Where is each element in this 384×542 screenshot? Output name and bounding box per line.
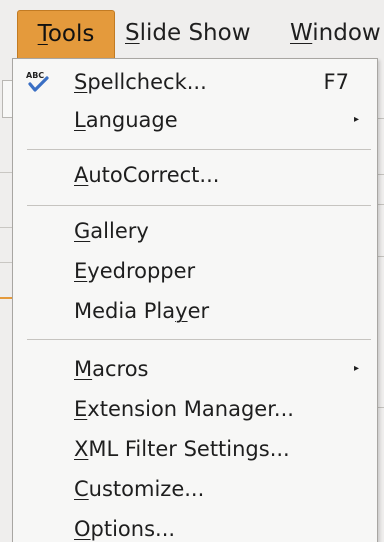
background-divider <box>377 204 384 205</box>
menu-separator <box>27 149 371 150</box>
menu-item-media-player[interactable]: Media Player <box>13 291 377 331</box>
menu-item-label: Macros <box>74 349 149 389</box>
menu-item-macros[interactable]: Macros ▸ <box>13 349 377 389</box>
menu-separator <box>27 339 371 340</box>
menu-separator <box>27 205 371 206</box>
menu-item-xml-filter-settings[interactable]: XML Filter Settings... <box>13 429 377 469</box>
label-suffix: utoCorrect... <box>88 163 220 187</box>
menu-item-label: Gallery <box>74 211 149 251</box>
menu-item-label: Language <box>74 100 178 140</box>
menu-slide-show-suffix: lide Show <box>139 20 251 46</box>
label-mnemonic: L <box>74 108 86 132</box>
background-selection-mark <box>0 297 12 299</box>
label-suffix: ptions... <box>90 517 176 541</box>
label-suffix: xtension Manager... <box>87 397 294 421</box>
menu-item-language[interactable]: Language ▸ <box>13 100 377 140</box>
label-suffix: ustomize... <box>88 477 205 501</box>
menu-item-autocorrect[interactable]: AutoCorrect... <box>13 155 377 195</box>
menu-window[interactable]: Window <box>290 10 381 58</box>
menu-item-label: Extension Manager... <box>74 389 294 429</box>
menu-tools[interactable]: Tools <box>17 10 115 59</box>
label-suffix: anguage <box>85 108 178 132</box>
label-mnemonic: E <box>74 397 88 421</box>
label-suffix: er <box>187 299 210 323</box>
menu-item-label: XML Filter Settings... <box>74 429 290 469</box>
background-divider <box>0 172 12 173</box>
background-window-right <box>377 62 384 542</box>
label-suffix: acros <box>92 357 149 381</box>
submenu-arrow-icon: ▸ <box>353 114 359 125</box>
menubar: Tools Slide Show Window <box>0 0 384 63</box>
label-prefix: Media Pla <box>74 299 176 323</box>
menu-item-gallery[interactable]: Gallery <box>13 211 377 251</box>
submenu-arrow-icon: ▸ <box>353 363 359 374</box>
menu-item-label: Media Player <box>74 291 209 331</box>
background-window-left <box>0 62 12 542</box>
label-mnemonic: E <box>74 259 88 283</box>
label-suffix: yedropper <box>87 259 196 283</box>
tools-menu-dropdown: ABC Spellcheck... F7 Language ▸ AutoCorr… <box>12 58 378 542</box>
label-suffix: allery <box>90 219 149 243</box>
menu-item-label: Customize... <box>74 469 204 509</box>
menu-item-extension-manager[interactable]: Extension Manager... <box>13 389 377 429</box>
spellcheck-icon-text: ABC <box>26 71 44 80</box>
label-mnemonic: S <box>74 70 88 94</box>
label-mnemonic: C <box>74 477 89 501</box>
menu-item-options[interactable]: Options... <box>13 509 377 542</box>
menu-item-label: Eyedropper <box>74 251 195 291</box>
label-mnemonic: A <box>74 163 89 187</box>
spellcheck-icon: ABC <box>26 71 49 92</box>
background-divider <box>0 262 12 263</box>
menu-window-mnemonic: W <box>290 20 313 46</box>
menu-tools-suffix: ools <box>47 21 95 47</box>
menu-item-eyedropper[interactable]: Eyedropper <box>13 251 377 291</box>
background-divider <box>377 118 384 119</box>
label-mnemonic: y <box>175 299 188 323</box>
background-divider <box>377 407 384 408</box>
menu-slide-show-mnemonic: S <box>125 20 140 46</box>
menu-item-spellcheck[interactable]: ABC Spellcheck... F7 <box>13 62 377 102</box>
label-suffix: pellcheck... <box>87 70 207 94</box>
menu-window-suffix: indow <box>312 20 381 46</box>
background-divider <box>377 174 384 175</box>
menu-item-label: Spellcheck... <box>74 62 207 102</box>
menu-item-customize[interactable]: Customize... <box>13 469 377 509</box>
menu-tools-mnemonic: T <box>37 21 48 47</box>
app-window: Tools Slide Show Window ABC Spellcheck..… <box>0 0 384 542</box>
label-mnemonic: G <box>74 219 91 243</box>
label-suffix: ML Filter Settings... <box>88 437 290 461</box>
label-mnemonic: O <box>74 517 91 541</box>
background-divider <box>0 227 12 228</box>
menu-slide-show[interactable]: Slide Show <box>125 10 251 58</box>
menu-item-label: Options... <box>74 509 175 542</box>
menu-item-label: AutoCorrect... <box>74 155 219 195</box>
background-divider <box>377 256 384 257</box>
label-mnemonic: M <box>74 357 93 381</box>
shortcut-label: F7 <box>323 70 349 94</box>
label-mnemonic: X <box>74 437 89 461</box>
